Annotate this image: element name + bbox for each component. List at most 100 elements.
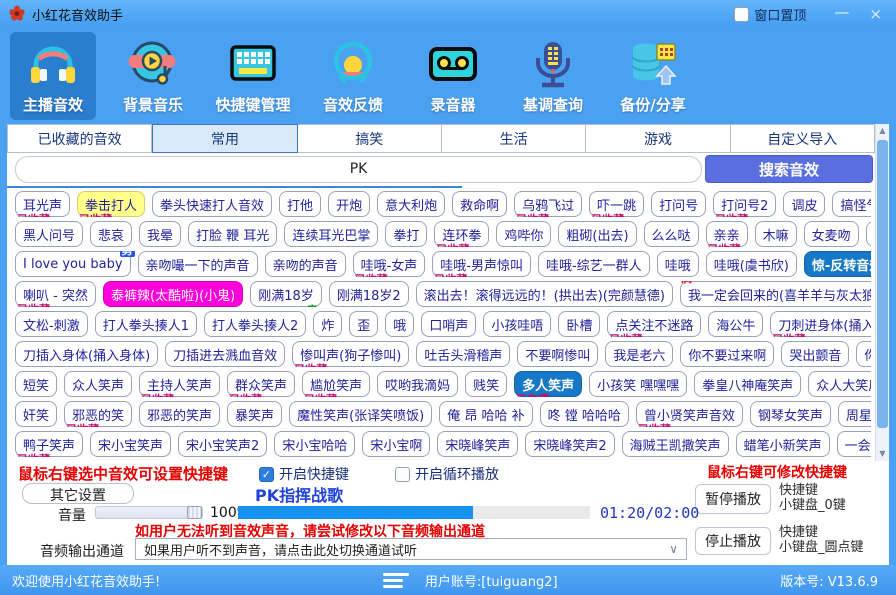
sound-button[interactable]: 点关注不迷路已收藏 [607,311,701,337]
audio-channel-select[interactable]: 如果用户听不到声音，请点击此处切换通道试听 ∨ [135,538,687,560]
sound-button[interactable]: 泰裤辣(太酷啦)(小鬼) [103,281,243,307]
toolbar-item-recorder[interactable]: 录音器 [410,32,496,120]
sound-button[interactable]: 宋小宝笑声 [90,431,171,457]
sound-button[interactable]: 打问号 [651,191,706,217]
sound-button[interactable]: 哇哦-女声已收藏 [353,251,426,277]
sound-button[interactable]: 邪恶的笑声 [139,401,220,427]
sound-button[interactable]: 亲亲已收藏 [706,221,748,247]
sound-button[interactable]: 女麦骚 [866,221,871,247]
sound-button[interactable]: 我是老六 [605,341,673,367]
sound-button[interactable]: 拳头快速打人音效 [152,191,272,217]
sound-button[interactable]: 炸 [313,311,342,337]
sound-button[interactable]: 卧槽 [558,311,600,337]
sound-button[interactable]: 喇叭 - 突然已收藏 [15,281,96,307]
sound-button[interactable]: 粗砌(出去) [558,221,636,247]
sound-button[interactable]: 刀插入身体(捅入身体) [15,341,158,367]
sound-button[interactable]: 乌鸦飞过已收藏 [514,191,582,217]
volume-slider-handle[interactable] [187,506,202,519]
scrollbar-thumb[interactable] [877,140,888,428]
sound-button[interactable]: 周星驰笑 [838,401,871,427]
sound-button[interactable]: 贱笑 [465,371,507,397]
tab-custom-import[interactable]: 自定义导入 [731,124,875,153]
sound-button[interactable]: 众人笑声 [64,371,132,397]
sound-button[interactable]: 女麦吻 [804,221,859,247]
checkbox-unchecked-icon[interactable] [395,467,410,482]
sound-button[interactable]: 亲吻嘬一下的声音 [138,251,258,277]
sound-button[interactable]: 邪恶的笑已收藏 [64,401,132,427]
sound-button[interactable]: 奸笑 [15,401,57,427]
sound-button[interactable]: 曾小贤笑声音效已收藏 [636,401,743,427]
sound-button[interactable]: 耳光声已收藏 [15,191,70,217]
pin-window-checkbox[interactable]: 窗口置顶 [734,5,806,24]
loop-playback-checkbox[interactable]: 开启循环播放 [395,464,499,484]
sound-button[interactable]: 打他 [279,191,321,217]
sound-button[interactable]: 众人大笑后鼓掌 [808,371,871,397]
scrollbar[interactable]: ▲ ▼ [875,124,889,461]
sound-button[interactable]: 俺 昂 哈哈 补 [439,401,532,427]
sound-button[interactable]: 打人拳头揍人1 [95,311,197,337]
sound-button[interactable]: 钢琴女笑声 [750,401,831,427]
sound-button[interactable]: 惨叫声(狗子惨叫)已收藏 [292,341,409,367]
sound-button[interactable]: 哦 [385,311,414,337]
sound-button[interactable]: 黑人问号 [15,221,83,247]
sound-button[interactable]: I love you baby剪 [15,251,131,277]
sound-button[interactable]: 开炮 [328,191,370,217]
sound-button[interactable]: 尴尬笑声已收藏 [302,371,370,397]
sound-button[interactable]: 你别笑 [856,341,871,367]
menu-icon[interactable] [383,573,409,588]
checkbox-checked-icon[interactable]: ✓ [259,467,274,482]
sound-button[interactable]: 宋小宝哈哈 [274,431,355,457]
sound-button[interactable]: 小孩笑 嘿嘿嘿 [589,371,687,397]
sound-button[interactable]: 宋晓峰笑声2 [525,431,614,457]
toolbar-item-sound-feedback[interactable]: 音效反馈 [310,32,396,120]
tab-funny[interactable]: 搞笑 [298,124,442,153]
sound-button[interactable]: 拳击打人已收藏 [77,191,145,217]
sound-button[interactable]: 短笑 [15,371,57,397]
sound-button[interactable]: 意大利炮 [377,191,445,217]
tab-common[interactable]: 常用 [152,124,297,153]
sound-button[interactable]: 鸭子笑声已收藏 [15,431,83,457]
toolbar-item-background-music[interactable]: 背景音乐 [110,32,196,120]
sound-button[interactable]: 哎哟我滴妈 [377,371,458,397]
enable-hotkey-checkbox[interactable]: ✓ 开启快捷键 [259,464,349,484]
sound-button[interactable]: 滚出去！滚得远远的！(拱出去)(完颜慧德) [416,281,673,307]
sound-button[interactable]: 救命啊 [452,191,507,217]
other-settings-button[interactable]: 其它设置 [22,483,134,504]
sound-button[interactable]: 宋小宝笑声2 [178,431,267,457]
sound-button[interactable]: 魔性笑声(张译笑喷饭) [289,401,432,427]
scroll-up-icon[interactable]: ▲ [876,124,889,138]
toolbar-item-anchor-sound[interactable]: 主播音效 [10,32,96,120]
sound-button[interactable]: 吓一跳已收藏 [589,191,644,217]
sound-button[interactable]: 群众笑声已收藏 [227,371,295,397]
sound-button[interactable]: 你不要过来啊 [680,341,774,367]
sound-button[interactable]: 调皮 [783,191,825,217]
tab-life[interactable]: 生活 [442,124,586,153]
sound-button[interactable]: 一会滴 哈哈哈 [837,431,871,457]
sound-button[interactable]: 亲吻的声音 [265,251,346,277]
sound-button[interactable]: 打问号2已收藏 [713,191,776,217]
toolbar-item-backup-share[interactable]: 备份/分享 [610,32,696,120]
stop-button[interactable]: 停止播放 [695,527,771,555]
tab-favorites[interactable]: 已收藏的音效 [7,124,152,153]
search-button[interactable]: 搜索音效 [705,155,873,183]
sound-button[interactable]: 哇哦(虞书欣) [706,251,797,277]
sound-button[interactable]: 么么哒 [644,221,699,247]
sound-button[interactable]: 鸡哔你 [496,221,551,247]
sound-button[interactable]: 刀插进去溅血音效 [165,341,285,367]
sound-button[interactable]: 连续耳光巴掌 [284,221,378,247]
sound-button[interactable]: 悲哀 [90,221,132,247]
volume-slider[interactable] [95,506,203,519]
sound-button[interactable]: 宋小宝啊 [362,431,430,457]
sound-button[interactable]: 小孩哇唔 [483,311,551,337]
sound-button[interactable]: 哇哦 [657,251,699,277]
sound-button[interactable]: 咚 镗 哈哈哈 [540,401,629,427]
sound-button[interactable]: 连环拳已收藏 [434,221,489,247]
playback-progress-bar[interactable] [238,506,590,519]
sound-button[interactable]: 哭出颤音 [781,341,849,367]
sound-button[interactable]: 木嘛 [755,221,797,247]
sound-button[interactable]: 海贼王凯撒笑声 [622,431,729,457]
sound-button[interactable]: 主持人笑声已收藏 [139,371,220,397]
toolbar-item-pitch-query[interactable]: 基调查询 [510,32,596,120]
sound-button[interactable]: 搞怪气氛 [832,191,871,217]
checkbox-unchecked-icon[interactable] [734,7,749,22]
